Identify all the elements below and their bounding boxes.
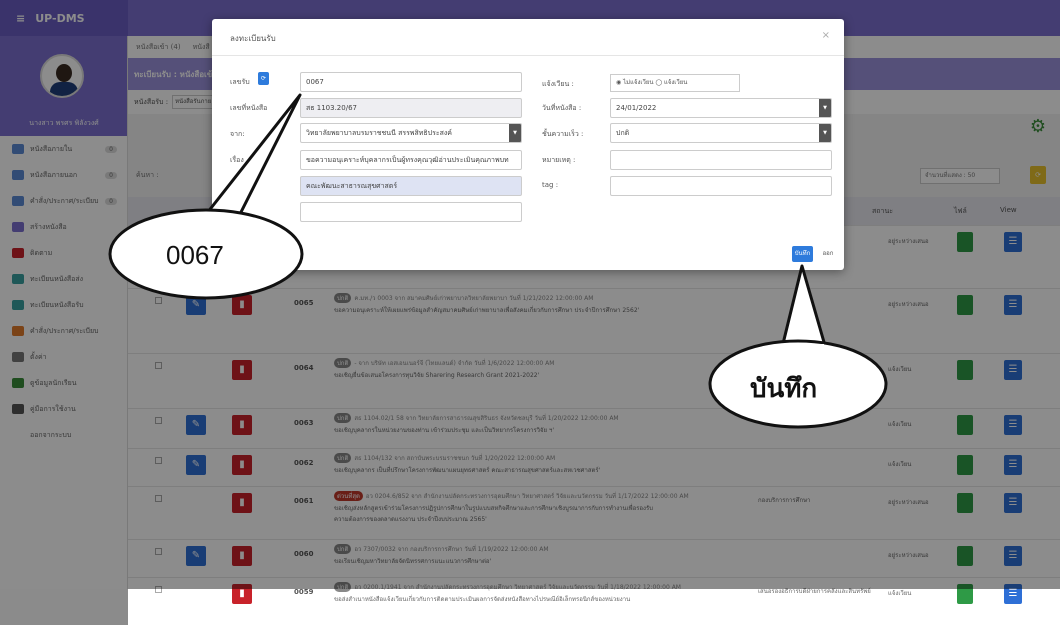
doc-date-select[interactable]: 24/01/2022 ▼	[610, 98, 832, 118]
row-status: แจ้งเวียน	[888, 590, 912, 597]
callout-receive-no: 0067	[166, 240, 224, 270]
note-label: หมายเหตุ :	[542, 156, 576, 164]
tag-label: tag :	[542, 181, 559, 189]
speed-select[interactable]: ปกติ ▼	[610, 123, 832, 143]
circulate-radio[interactable]: ◉ ไม่แจ้งเวียน ◯ แจ้งเวียน	[610, 74, 740, 92]
modal-title: ลงทะเบียนรับ	[230, 34, 276, 43]
subject-sub-input[interactable]: คณะพัฒนะสาธารณสุขศาสตร์	[300, 176, 522, 196]
note-input[interactable]	[610, 150, 832, 170]
register-modal: ลงทะเบียนรับ × เลขรับ ⟳ 0067 เลขที่หนังส…	[212, 19, 844, 270]
receive-no-label: เลขรับ	[230, 78, 250, 86]
chevron-down-icon: ▼	[819, 99, 831, 117]
tag-input[interactable]	[610, 176, 832, 196]
row-number: 0059	[294, 588, 314, 596]
extra-input[interactable]	[300, 202, 522, 222]
callout-save: บันทึก	[750, 373, 818, 403]
subject-input[interactable]: ขอความอนุเคราะห์บุคลากรเป็นผู้ทรงคุณวุฒิ…	[300, 150, 522, 170]
close-icon[interactable]: ×	[822, 30, 830, 41]
refresh-number-icon[interactable]: ⟳	[258, 72, 269, 85]
chevron-down-icon: ▼	[509, 124, 521, 142]
doc-no-input[interactable]: สธ 1103.20/67	[300, 98, 522, 118]
speed-label: ชั้นความเร็ว :	[542, 130, 584, 138]
save-button[interactable]: บันทึก	[792, 246, 813, 262]
chevron-down-icon: ▼	[819, 124, 831, 142]
from-label: จาก:	[230, 130, 245, 138]
row-subject[interactable]: ขอส่งสำเนาหนังสือแจ้งเวียนเกี่ยวกับการติ…	[334, 594, 630, 604]
exit-button[interactable]: ออก	[816, 246, 840, 262]
subject-label: เรื่อง	[230, 156, 244, 164]
circulate-label: แจ้งเวียน :	[542, 80, 574, 88]
receive-no-input[interactable]: 0067	[300, 72, 522, 92]
doc-no-label: เลขที่หนังสือ	[230, 104, 268, 112]
from-select[interactable]: วิทยาลัยพยาบาลบรมราชชนนี สรรพสิทธิประสงค…	[300, 123, 522, 143]
doc-date-label: วันที่หนังสือ :	[542, 104, 582, 112]
